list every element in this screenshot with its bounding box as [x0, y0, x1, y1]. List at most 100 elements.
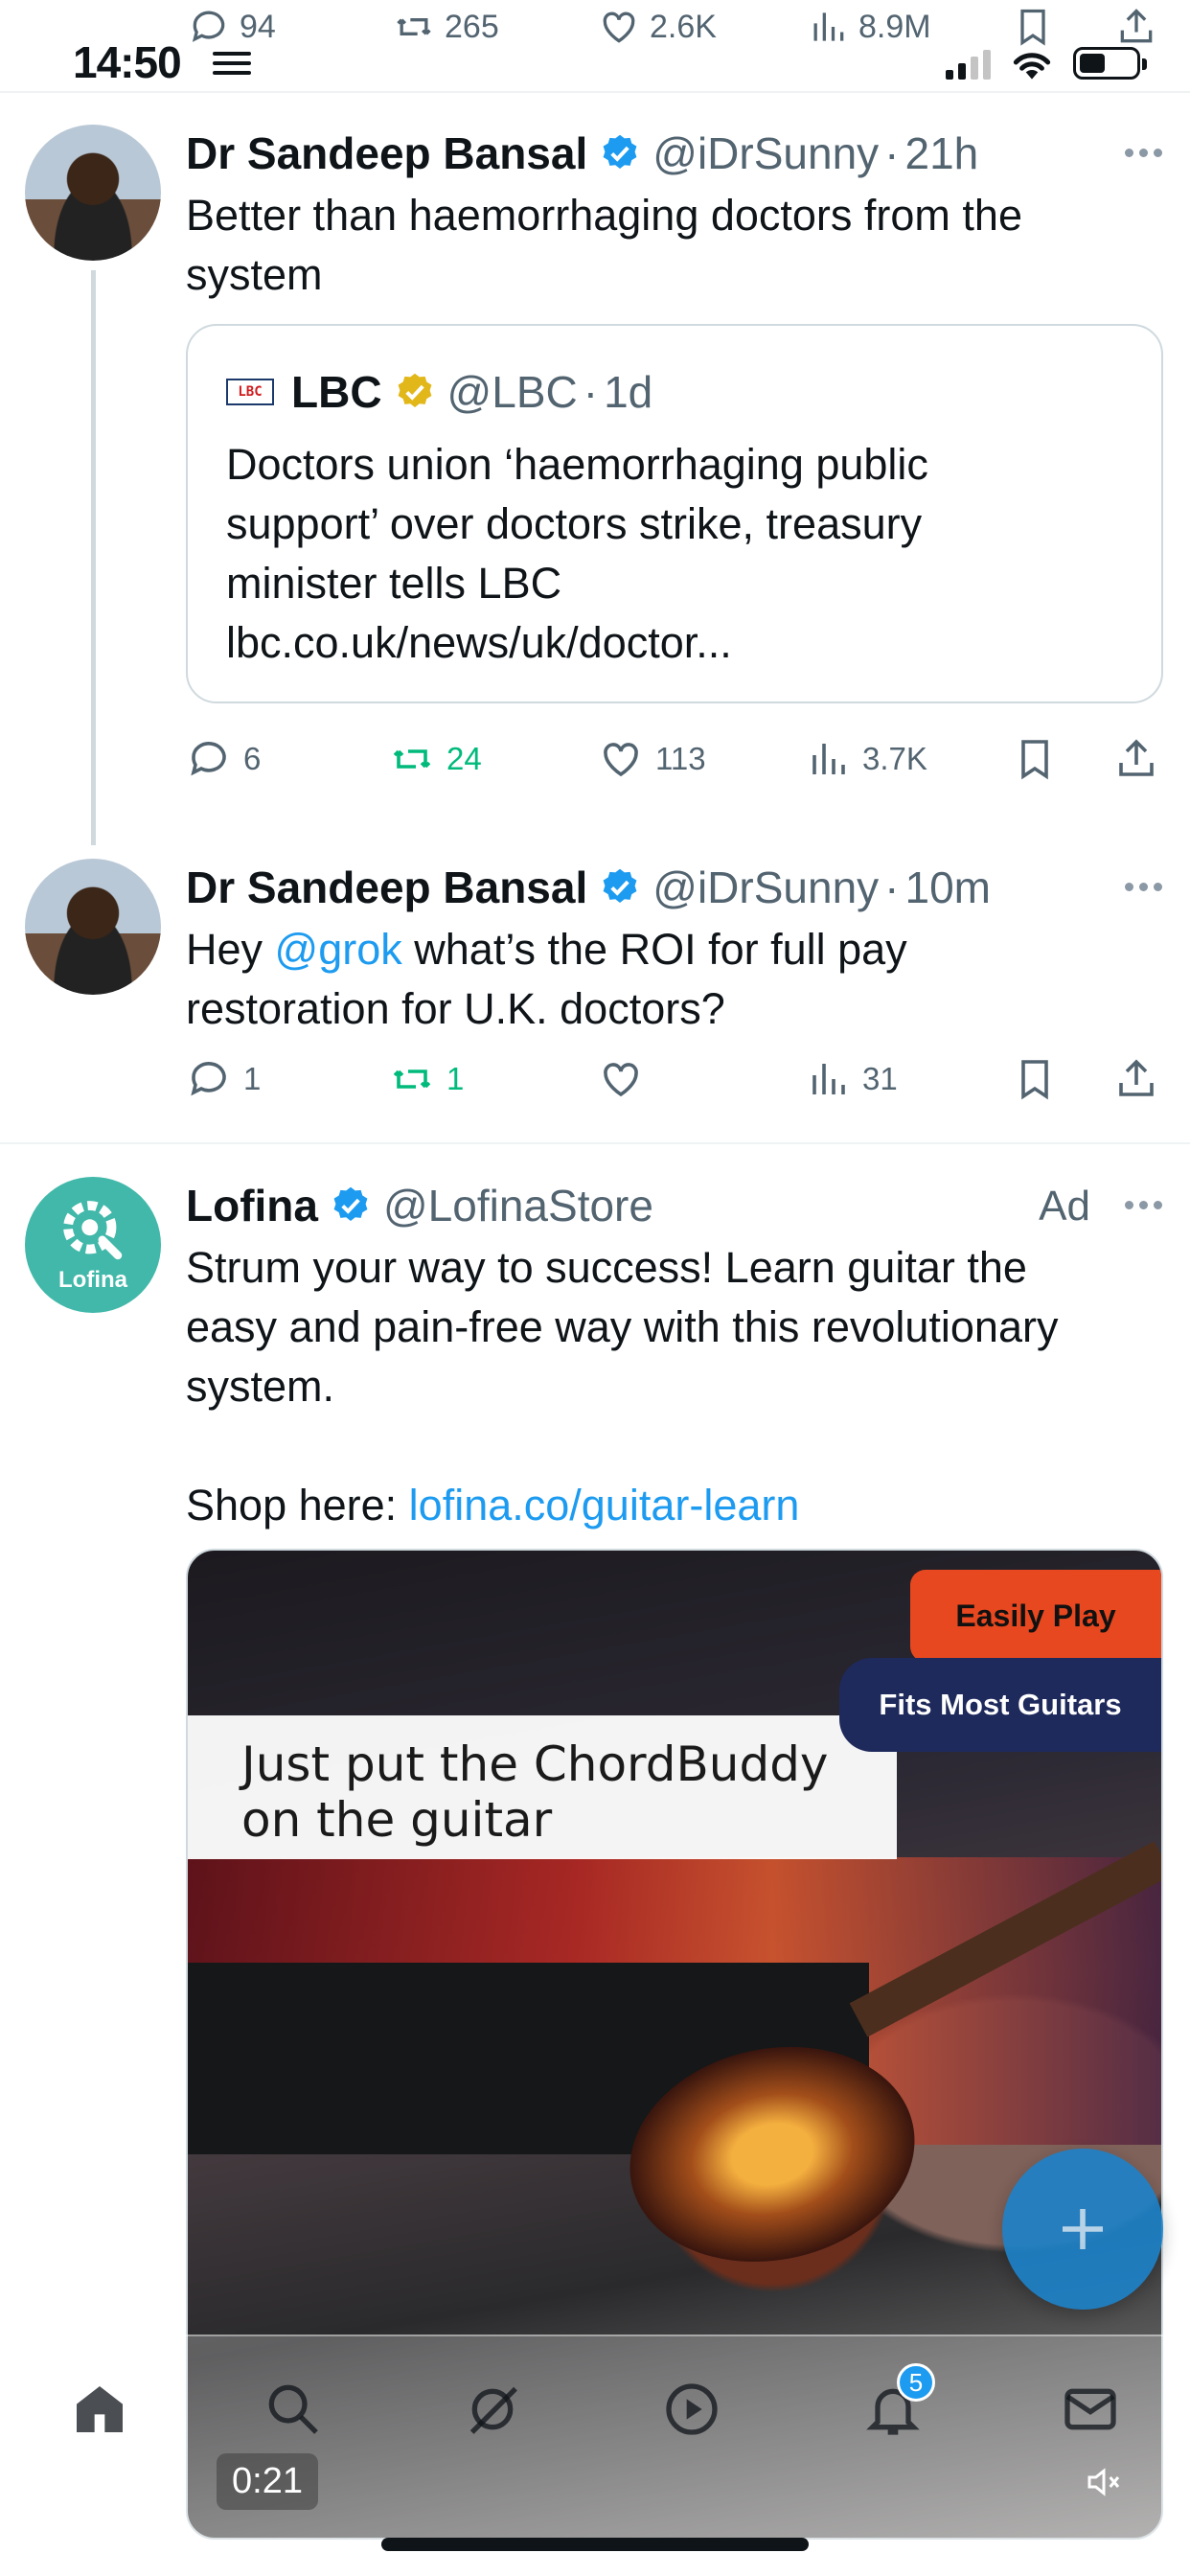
tweet-actions: 6 24 113 3.7K	[186, 730, 1165, 788]
tweet-time[interactable]: 10m	[904, 862, 990, 913]
repost-button[interactable]: 24	[389, 730, 482, 788]
reply-count: 6	[243, 741, 262, 776]
lofina-logo-icon	[63, 1201, 123, 1260]
author-handle[interactable]: @iDrSunny	[652, 862, 879, 913]
header-divider	[0, 91, 1190, 93]
list-icon	[213, 48, 251, 79]
quote-text: Doctors union ‘haemorrhaging public supp…	[226, 440, 928, 667]
video-badge-fits: Fits Most Guitars	[839, 1658, 1161, 1752]
views-count: 31	[862, 1061, 898, 1096]
cellular-signal-icon	[946, 47, 991, 80]
notification-badge: 5	[897, 2363, 935, 2402]
quote-header: LBC LBC @LBC · 1d	[226, 364, 1123, 420]
share-button[interactable]	[1113, 1050, 1159, 1108]
author-handle[interactable]: @LofinaStore	[383, 1180, 653, 1231]
views-button[interactable]: 3.7K	[805, 730, 927, 788]
reply-button[interactable]: 6	[186, 730, 261, 788]
shop-prefix: Shop here:	[186, 1481, 409, 1530]
status-time: 14:50	[73, 37, 182, 87]
author-handle[interactable]: @iDrSunny	[652, 127, 879, 179]
home-indicator	[381, 2538, 809, 2551]
video-badge-easy: Easily Play	[910, 1570, 1161, 1662]
repost-icon	[393, 749, 431, 769]
ad-label: Ad	[1039, 1183, 1090, 1230]
repost-count: 24	[446, 741, 482, 776]
bookmark-button[interactable]	[1012, 1050, 1058, 1108]
share-button[interactable]	[1113, 730, 1159, 788]
plus-icon	[1063, 2209, 1103, 2249]
avatar[interactable]	[25, 125, 161, 261]
status-icons	[946, 42, 1147, 84]
separator-dot: ·	[884, 128, 900, 178]
lbc-logo-icon: LBC	[226, 379, 274, 405]
home-icon	[77, 2386, 123, 2432]
like-button[interactable]	[598, 1050, 655, 1108]
envelope-icon	[1064, 2388, 1116, 2430]
reply-icon	[191, 1062, 226, 1096]
tweet-actions: 1 1 31	[186, 1050, 1165, 1108]
nav-home[interactable]	[65, 2375, 134, 2444]
bookmark-icon	[1021, 740, 1048, 780]
author-name[interactable]: Lofina	[186, 1180, 318, 1231]
shop-link[interactable]: lofina.co/guitar-learn	[409, 1481, 800, 1530]
tweet-header: Dr Sandeep Bansal @iDrSunny · 21h	[186, 125, 1165, 182]
reply-button[interactable]: 1	[186, 1050, 261, 1108]
nav-video[interactable]	[657, 2375, 726, 2444]
mention-link[interactable]: @grok	[275, 925, 402, 974]
nav-grok[interactable]	[458, 2375, 527, 2444]
separator-dot: ·	[583, 367, 599, 417]
tweet-text: Strum your way to success! Learn guitar …	[186, 1243, 1059, 1411]
avatar-label: Lofina	[58, 1267, 127, 1293]
quote-author-handle: @LBC	[446, 367, 578, 417]
heart-icon	[604, 743, 638, 777]
like-count: 113	[655, 741, 706, 776]
like-button[interactable]: 113	[598, 730, 706, 788]
views-button[interactable]: 31	[805, 1050, 898, 1108]
verified-badge-icon	[603, 134, 637, 169]
play-circle-icon	[666, 2383, 718, 2435]
views-icon	[812, 744, 845, 774]
nav-notifications[interactable]: 5	[858, 2363, 935, 2444]
repost-count: 1	[446, 1061, 465, 1096]
share-icon	[1119, 739, 1154, 776]
repost-icon	[393, 1070, 431, 1089]
quote-author-name: LBC	[291, 367, 382, 417]
tweet-text-start: Hey	[186, 925, 275, 974]
bookmark-button[interactable]	[1012, 730, 1058, 788]
thread-line	[91, 270, 96, 845]
tweet-header: Lofina @LofinaStore	[186, 1177, 1165, 1234]
repost-button[interactable]: 1	[389, 1050, 464, 1108]
quoted-tweet[interactable]: LBC LBC @LBC · 1d Doctors union ‘haemorr…	[186, 324, 1163, 703]
avatar[interactable]	[25, 859, 161, 995]
bookmark-icon	[1021, 1060, 1048, 1100]
shop-line: Shop here: lofina.co/guitar-learn	[186, 1476, 1165, 1535]
quote-time: 1d	[604, 367, 653, 417]
views-count: 3.7K	[862, 741, 927, 776]
author-name[interactable]: Dr Sandeep Bansal	[186, 127, 587, 179]
nav-messages[interactable]	[1056, 2375, 1125, 2444]
nav-search[interactable]	[259, 2375, 328, 2444]
more-options-icon[interactable]	[1121, 130, 1165, 174]
tweet-separator	[0, 1142, 1190, 1144]
wifi-icon	[1013, 53, 1051, 80]
tweet-text: Hey @grok what’s the ROI for full pay re…	[186, 920, 1165, 1039]
verified-badge-icon	[333, 1186, 368, 1221]
tweet-time[interactable]: 21h	[904, 127, 978, 179]
compose-button[interactable]	[1002, 2149, 1163, 2310]
heart-icon	[604, 1063, 638, 1097]
video-caption: Just put the ChordBuddy on the guitar	[188, 1715, 897, 1859]
grok-icon	[469, 2386, 517, 2434]
status-bar: 14:50	[0, 0, 1190, 92]
gold-verified-badge-icon	[398, 373, 431, 407]
reply-icon	[191, 742, 226, 776]
verified-badge-icon	[603, 868, 637, 903]
more-options-icon[interactable]	[1121, 864, 1165, 908]
more-options-icon[interactable]	[1121, 1183, 1165, 1227]
separator-dot: ·	[884, 862, 900, 912]
avatar[interactable]: Lofina	[25, 1177, 161, 1313]
tweet-text: Better than haemorrhaging doctors from t…	[186, 191, 1022, 299]
share-icon	[1119, 1059, 1154, 1096]
reply-count: 1	[243, 1061, 262, 1096]
author-name[interactable]: Dr Sandeep Bansal	[186, 862, 587, 913]
tweet-header: Dr Sandeep Bansal @iDrSunny · 10m	[186, 859, 1165, 916]
